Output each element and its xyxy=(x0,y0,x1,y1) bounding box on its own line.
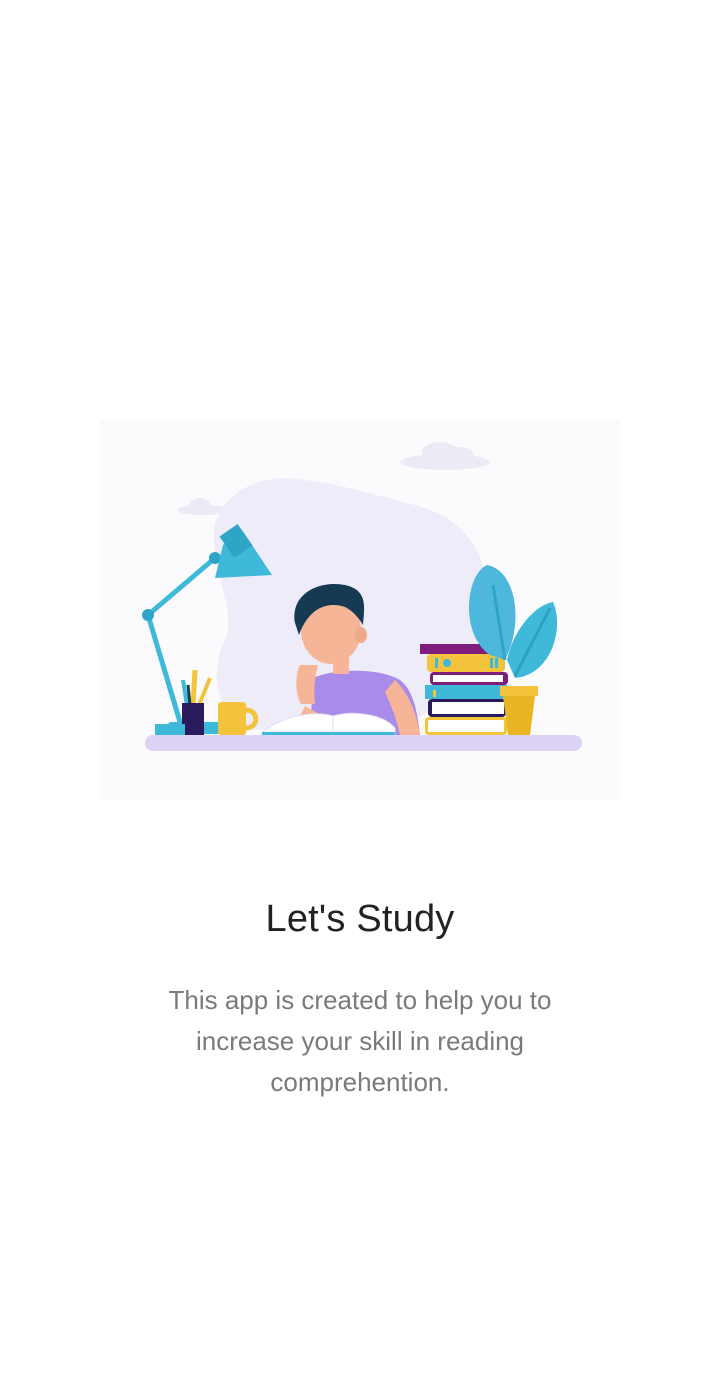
book-stack-icon xyxy=(420,644,508,735)
onboarding-title: Let's Study xyxy=(265,898,455,940)
student-studying-illustration xyxy=(95,410,625,810)
desk-surface xyxy=(145,735,582,751)
onboarding-description: This app is created to help you to incre… xyxy=(168,985,552,1097)
onboarding-screen: Let's Study This app is created to help … xyxy=(0,0,720,1393)
